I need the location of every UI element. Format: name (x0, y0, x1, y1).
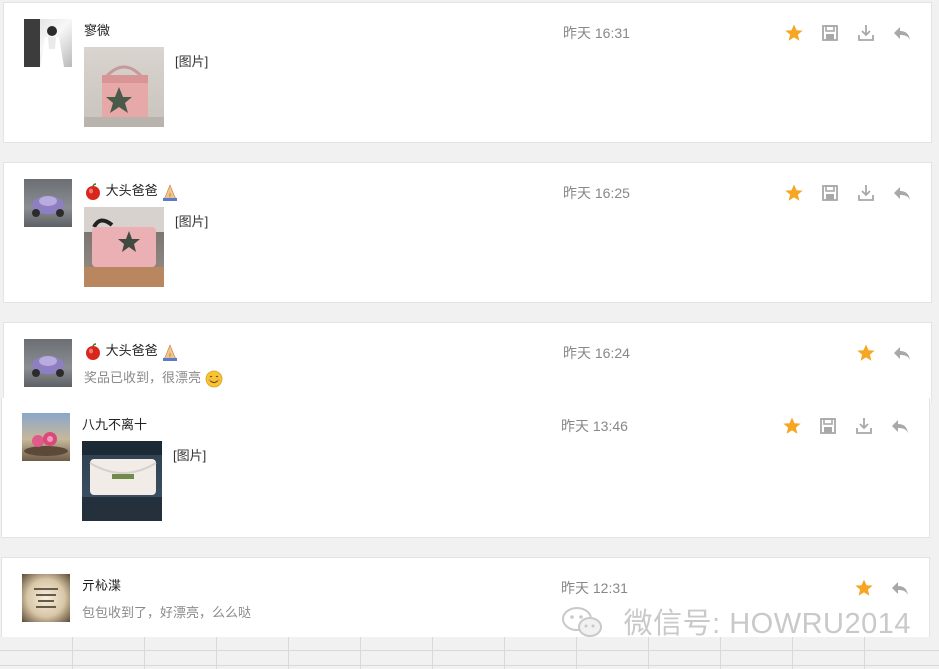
download-icon[interactable] (856, 23, 876, 43)
star-icon[interactable] (782, 416, 802, 436)
grid-line (0, 665, 939, 666)
reply-icon[interactable] (892, 183, 912, 203)
image-label: [图片] (173, 448, 207, 463)
praying-hands-emoji-icon (163, 343, 178, 361)
grid-line (360, 637, 361, 669)
message-text-content: 奖品已收到，很漂亮 (84, 370, 202, 385)
grid-line (72, 637, 73, 669)
avatar[interactable] (24, 179, 72, 227)
avatar-photo (24, 432, 68, 456)
avatar[interactable] (24, 339, 72, 387)
grid-line (0, 650, 939, 651)
image-label: [图片] (175, 54, 209, 69)
save-icon[interactable] (818, 416, 838, 436)
message-time: 昨天 16:31 (563, 25, 630, 41)
sender-name: 大头爸爸 (84, 342, 179, 361)
message-card: 寥微 昨天 16:31 [图片] (3, 2, 932, 143)
grid-line (216, 637, 217, 669)
download-icon[interactable] (854, 416, 874, 436)
message-time: 昨天 16:24 (563, 345, 630, 361)
sender-name-text: 大头爸爸 (105, 183, 158, 198)
message-time: 昨天 16:25 (563, 185, 630, 201)
apple-emoji-icon (86, 182, 100, 200)
save-icon[interactable] (820, 183, 840, 203)
reply-icon[interactable] (890, 578, 910, 598)
watermark-text: 微信号: HOWRU2014 (623, 608, 911, 640)
message-text: 奖品已收到，很漂亮 (84, 367, 223, 388)
apple-emoji-icon (86, 342, 100, 360)
star-icon[interactable] (856, 343, 876, 363)
grid-line (288, 637, 289, 669)
grid-line (432, 637, 433, 669)
message-card: 八九不离十 昨天 13:46 [图片] (1, 398, 930, 538)
grid-line (576, 637, 577, 669)
image-thumbnail[interactable] (84, 47, 164, 127)
image-thumbnail[interactable] (82, 441, 162, 521)
smile-emoji-icon (205, 370, 223, 387)
sender-name: 寥微 (84, 23, 111, 38)
avatar-photo (34, 588, 58, 608)
save-icon[interactable] (820, 23, 840, 43)
image-label: [图片] (175, 214, 209, 229)
grid-line (504, 637, 505, 669)
image-thumbnail[interactable] (84, 207, 164, 287)
avatar[interactable] (24, 19, 72, 67)
sender-name-text: 大头爸爸 (105, 343, 158, 358)
star-icon[interactable] (784, 183, 804, 203)
download-icon[interactable] (856, 183, 876, 203)
message-card: 大头爸爸 昨天 16:24 奖品已收到，很漂亮 (3, 322, 932, 402)
star-icon[interactable] (784, 23, 804, 43)
message-time: 昨天 12:31 (561, 580, 628, 596)
avatar-photo (32, 196, 64, 217)
praying-hands-emoji-icon (163, 183, 178, 201)
reply-icon[interactable] (890, 416, 910, 436)
message-text: 包包收到了，好漂亮，么么哒 (82, 605, 252, 620)
reply-icon[interactable] (892, 23, 912, 43)
reply-icon[interactable] (892, 343, 912, 363)
star-icon[interactable] (854, 578, 874, 598)
avatar[interactable] (22, 413, 70, 461)
sender-name: 八九不离十 (82, 417, 148, 432)
message-card: 大头爸爸 昨天 16:25 [图片] (3, 162, 932, 303)
avatar[interactable] (22, 574, 70, 622)
avatar-photo (32, 356, 64, 377)
message-time: 昨天 13:46 (561, 418, 628, 434)
wechat-logo-icon (560, 605, 604, 639)
sender-name: 亓杺渫 (82, 578, 122, 593)
sender-name: 大头爸爸 (84, 182, 179, 201)
grid-line (144, 637, 145, 669)
avatar-photo (24, 19, 64, 67)
